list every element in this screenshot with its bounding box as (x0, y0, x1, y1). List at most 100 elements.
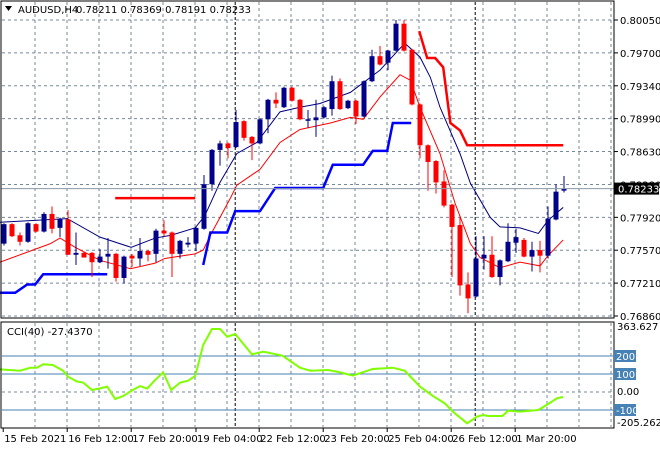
candle (145, 250, 151, 262)
triangle-down-icon[interactable] (5, 6, 12, 11)
candle-body (305, 119, 311, 121)
candle-body (113, 253, 119, 278)
candle (313, 99, 319, 137)
candle (321, 106, 327, 119)
candle (481, 236, 487, 270)
candle (289, 86, 295, 102)
candle (225, 142, 231, 159)
price-tick-label: 0.79700 (620, 49, 660, 60)
cci-axis: 200 100 -100 363.627 0.00 -205.2621 (614, 322, 660, 429)
candle-body (385, 50, 391, 63)
time-tick-label: 19 Feb 04:00 (197, 434, 263, 445)
candle-body (537, 250, 543, 256)
candle-body (137, 251, 143, 259)
candle (257, 118, 263, 145)
candle-body (545, 218, 551, 256)
symbol-label: AUDUSD,H4 (18, 5, 78, 16)
time-tick-label: 25 Feb 04:00 (388, 434, 454, 445)
candle (17, 232, 23, 246)
candle-body (521, 239, 527, 257)
candle (465, 272, 471, 314)
candle (25, 222, 31, 243)
candle (393, 20, 399, 52)
main-panel-frame (0, 0, 615, 319)
candle (57, 217, 63, 238)
candle-body (257, 119, 263, 144)
candle (353, 99, 359, 124)
candle (217, 140, 223, 166)
candle (377, 45, 383, 66)
candle-body (17, 235, 23, 242)
candle (185, 237, 191, 248)
candle-body (409, 49, 415, 105)
candle-body (193, 227, 199, 244)
price-tick-label: 0.78630 (620, 148, 660, 159)
time-tick-label: 23 Feb 20:00 (324, 434, 390, 445)
candle (489, 236, 495, 278)
candle-body (225, 143, 231, 149)
candle (369, 49, 375, 83)
candle-body (441, 181, 447, 206)
candle-body (161, 230, 167, 234)
cci-level-label: -100 (616, 406, 639, 417)
candle-body (97, 256, 103, 263)
candle (169, 231, 175, 278)
candle-body (449, 204, 455, 227)
candle (233, 110, 239, 149)
candle-body (185, 242, 191, 245)
time-tick-label: 1 Mar 20:00 (516, 434, 576, 445)
candle-body (201, 184, 207, 229)
candle-body (489, 254, 495, 278)
candle-body (457, 225, 463, 286)
candle-body (289, 87, 295, 101)
candle (329, 75, 335, 116)
candle-body (89, 252, 95, 263)
candle (161, 220, 167, 237)
candle-body (41, 213, 47, 232)
candle-body (313, 117, 319, 121)
candle (121, 255, 127, 284)
candle-body (321, 107, 327, 118)
time-tick-label: 22 Feb 12:00 (260, 434, 326, 445)
candle (473, 236, 479, 298)
candle (281, 86, 287, 109)
price-tick-label: 0.78990 (620, 115, 660, 126)
candle-body (425, 145, 431, 162)
candle-body (433, 161, 439, 183)
time-tick-label: 15 Feb 2021 (4, 434, 66, 445)
candle-body (529, 250, 535, 257)
candle-body (1, 224, 7, 244)
cci-line (0, 328, 564, 425)
candle-body (145, 251, 151, 255)
price-tick-label: 0.79340 (620, 82, 660, 93)
candle (409, 48, 415, 106)
candle-body (233, 122, 239, 148)
candle (201, 174, 207, 230)
candle (385, 49, 391, 71)
time-tick-label: 16 Feb 12:00 (68, 434, 134, 445)
cci-axis-label: 0.00 (617, 387, 639, 398)
candle (49, 206, 55, 234)
candle (361, 80, 367, 118)
time-tick-label: 17 Feb 20:00 (132, 434, 198, 445)
candle (345, 99, 351, 110)
candle (401, 20, 407, 52)
price-tick-label: 0.77570 (620, 246, 660, 257)
candle (273, 92, 279, 109)
candles (1, 20, 567, 314)
candle-body (337, 81, 343, 110)
candle (337, 78, 343, 111)
candle (241, 120, 247, 141)
candle (545, 206, 551, 259)
candle (457, 215, 463, 296)
candle-body (153, 230, 159, 254)
candle-body (265, 99, 271, 120)
candle (33, 223, 39, 233)
candle (529, 241, 535, 272)
candle (553, 184, 559, 221)
candle (505, 223, 511, 263)
candle-body (497, 260, 503, 278)
cci-axis-label: 363.627 (617, 322, 658, 333)
candle (297, 98, 303, 121)
price-chart[interactable]: 0.80050 0.79700 0.79340 0.78990 0.78630 0.782… (0, 0, 660, 450)
